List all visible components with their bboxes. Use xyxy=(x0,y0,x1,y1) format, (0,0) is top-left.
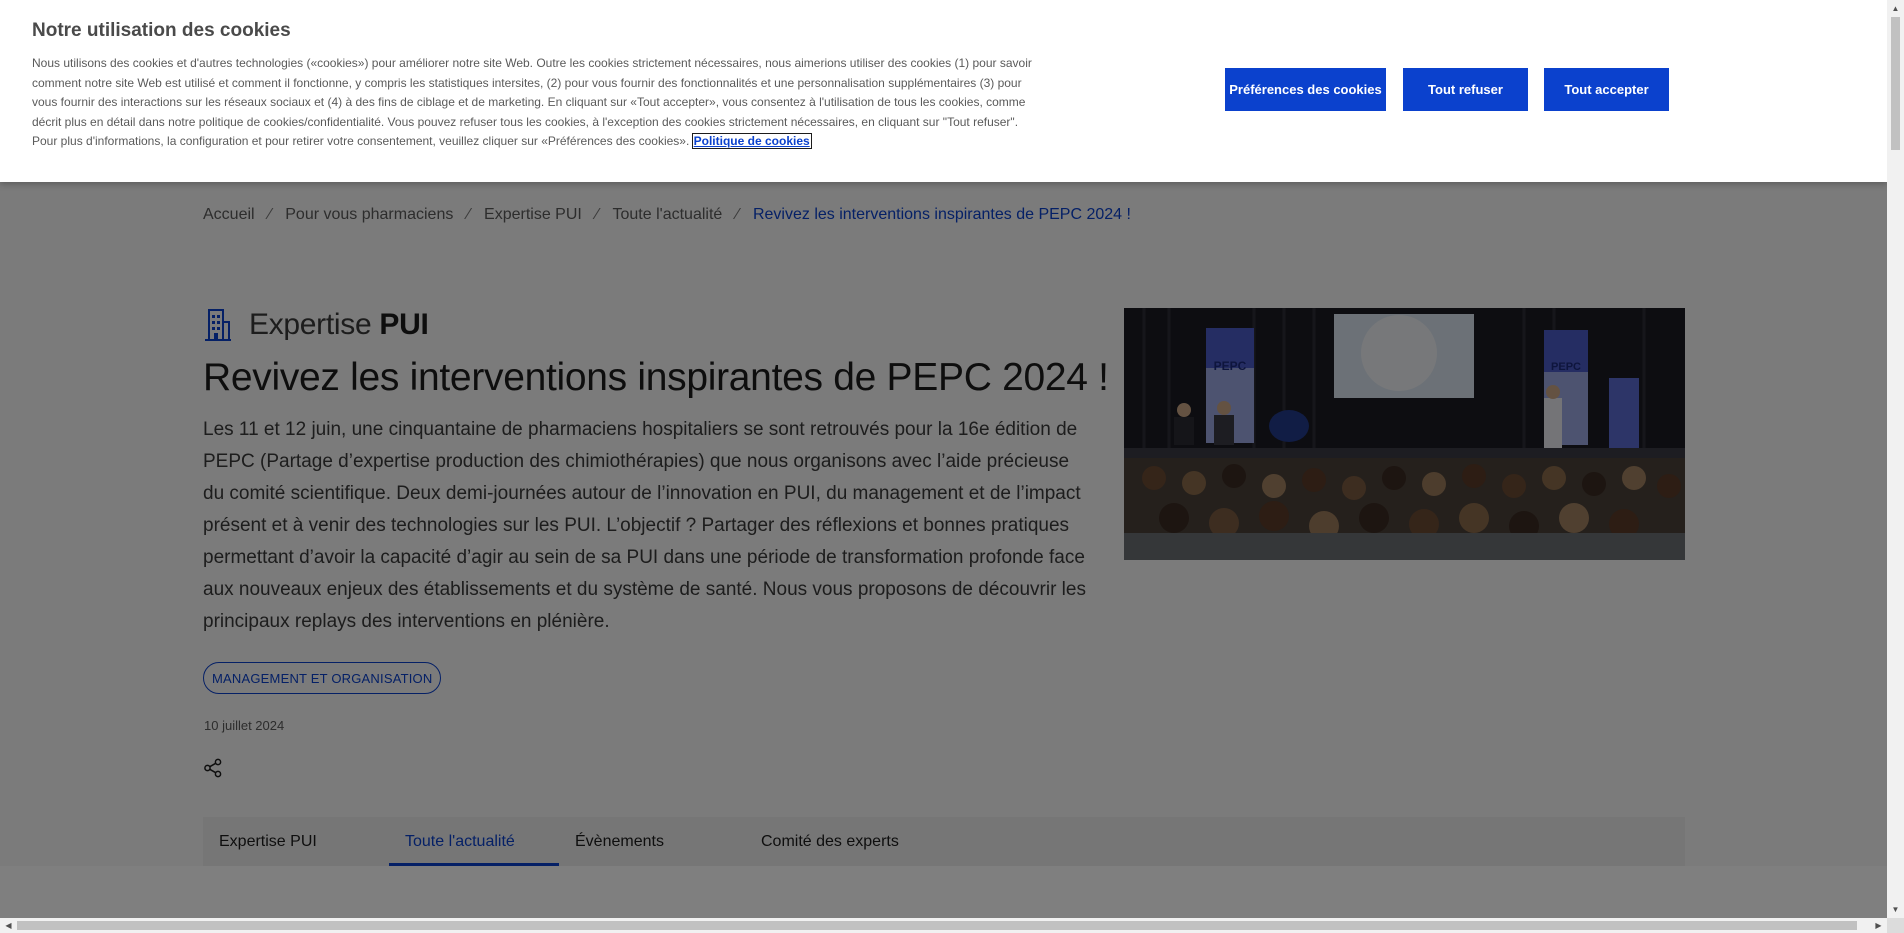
scroll-left-icon[interactable]: ◀ xyxy=(0,918,17,933)
scrollbar-corner xyxy=(1887,918,1904,933)
scroll-down-icon[interactable]: ▼ xyxy=(1887,901,1904,918)
cookie-preferences-button[interactable]: Préférences des cookies xyxy=(1225,68,1386,111)
scroll-up-icon[interactable]: ▲ xyxy=(1887,0,1904,17)
cookie-text-body: Nous utilisons des cookies et d'autres t… xyxy=(32,56,1032,149)
vertical-scroll-thumb[interactable] xyxy=(1891,17,1900,150)
cookie-accept-all-button[interactable]: Tout accepter xyxy=(1544,68,1669,111)
scroll-right-icon[interactable]: ▶ xyxy=(1870,918,1887,933)
cookie-banner-title: Notre utilisation des cookies xyxy=(32,20,291,41)
cookie-banner-text: Nous utilisons des cookies et d'autres t… xyxy=(32,54,1032,152)
vertical-scrollbar[interactable]: ▲ ▼ xyxy=(1887,0,1904,918)
horizontal-scrollbar[interactable]: ◀ ▶ xyxy=(0,918,1887,933)
cookie-banner: Notre utilisation des cookies Nous utili… xyxy=(0,0,1887,182)
cookie-policy-link[interactable]: Politique de cookies xyxy=(691,133,812,150)
horizontal-scroll-thumb[interactable] xyxy=(17,921,1857,930)
cookie-refuse-all-button[interactable]: Tout refuser xyxy=(1403,68,1528,111)
